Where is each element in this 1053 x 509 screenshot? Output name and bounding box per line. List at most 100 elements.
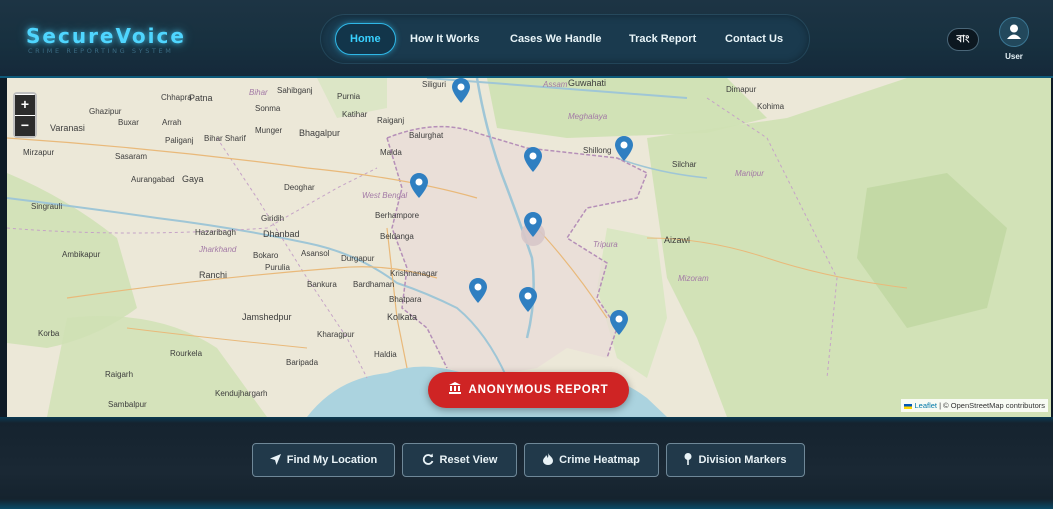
find-location-button[interactable]: Find My Location xyxy=(252,443,395,477)
map-label: Aurangabad xyxy=(131,175,175,184)
map-state-label: Tripura xyxy=(593,240,618,249)
map-label: Singrauli xyxy=(31,202,63,211)
division-markers-button[interactable]: Division Markers xyxy=(666,443,805,477)
nav-track-report[interactable]: Track Report xyxy=(629,15,696,63)
map-label: Rourkela xyxy=(170,349,203,358)
building-icon xyxy=(448,382,461,395)
map-state-label: Manipur xyxy=(735,169,764,178)
map-label: Giridih xyxy=(261,214,285,223)
map-label: Jamshedpur xyxy=(242,312,292,322)
map-label: Berhampore xyxy=(375,211,420,220)
map-label: Paliganj xyxy=(165,136,194,145)
map-label: Ranchi xyxy=(199,270,228,280)
nav-home[interactable]: Home xyxy=(335,23,396,55)
map-label: Ghazipur xyxy=(89,107,122,116)
fire-icon xyxy=(543,453,554,466)
map-label: Malda xyxy=(380,148,402,157)
map-label: Bardhaman xyxy=(353,280,395,289)
brand-subtitle: CRIME REPORTING SYSTEM xyxy=(28,47,174,55)
map-label: Purnia xyxy=(337,92,361,101)
map-label: Dhanbad xyxy=(263,229,300,239)
language-toggle-button[interactable]: বাং xyxy=(947,28,979,51)
osm-attribution[interactable]: © OpenStreetMap contributors xyxy=(943,401,1045,410)
map-label: Beldanga xyxy=(380,232,414,241)
map-label: Kohima xyxy=(757,102,785,111)
map-pin-icon[interactable] xyxy=(524,147,542,172)
reset-view-label: Reset View xyxy=(439,454,498,466)
map-label: Katihar xyxy=(342,110,368,119)
map-label: Buxar xyxy=(118,118,139,127)
map-state-label: Bihar xyxy=(249,88,268,97)
nav-contact-us[interactable]: Contact Us xyxy=(725,15,783,63)
user-icon[interactable] xyxy=(999,17,1029,47)
map-label: Balurghat xyxy=(409,131,444,140)
user-label: User xyxy=(1005,52,1023,61)
map-label: Varanasi xyxy=(50,123,85,133)
crime-heatmap-button[interactable]: Crime Heatmap xyxy=(524,443,659,477)
zoom-out-button[interactable]: − xyxy=(15,116,35,136)
nav-menu: Home How It Works Cases We Handle Track … xyxy=(321,15,809,63)
map-pin-icon[interactable] xyxy=(469,278,487,303)
location-arrow-icon xyxy=(269,453,281,465)
crime-map[interactable]: Sahibganj Purnia Katihar Raiganj Balurgh… xyxy=(7,78,1051,417)
map-label: Korba xyxy=(38,329,60,338)
nav-how-it-works[interactable]: How It Works xyxy=(410,15,479,63)
crime-heatmap-label: Crime Heatmap xyxy=(559,454,640,466)
map-label: Purulia xyxy=(265,263,290,272)
anonymous-report-button[interactable]: ANONYMOUS REPORT xyxy=(428,372,629,408)
map-label: Shillong xyxy=(583,146,612,155)
map-label: Bhagalpur xyxy=(299,128,341,138)
pin-icon xyxy=(684,453,692,466)
flag-icon xyxy=(904,403,913,409)
map-label: Dimapur xyxy=(726,85,757,94)
brand-title: SecureVoice xyxy=(26,24,186,48)
top-navbar: SecureVoice CRIME REPORTING SYSTEM Home … xyxy=(0,0,1053,78)
map-state-label: Jharkhand xyxy=(199,245,237,254)
nav-cases-we-handle[interactable]: Cases We Handle xyxy=(510,15,602,63)
map-label: Haldia xyxy=(374,350,397,359)
map-label: Aizawl xyxy=(664,235,691,245)
division-markers-label: Division Markers xyxy=(698,454,787,466)
map-label: Bhatpara xyxy=(389,295,422,304)
refresh-icon xyxy=(422,453,433,465)
map-label: Munger xyxy=(255,126,283,135)
map-state-label: Mizoram xyxy=(678,274,709,283)
map-label: Chhapra xyxy=(161,93,192,102)
map-pin-icon[interactable] xyxy=(524,212,542,237)
map-label: Raiganj xyxy=(377,116,405,125)
map-label: Silchar xyxy=(672,160,697,169)
map-label: Ambikapur xyxy=(62,250,101,259)
map-label: Sonma xyxy=(255,104,281,113)
bottom-glow-divider xyxy=(0,499,1053,509)
map-label: Bankura xyxy=(307,280,337,289)
map-tiles xyxy=(7,78,1051,417)
brand-logo[interactable]: SecureVoice CRIME REPORTING SYSTEM xyxy=(26,24,186,55)
map-label: Kharagpur xyxy=(317,330,355,339)
reset-view-button[interactable]: Reset View xyxy=(402,443,517,477)
map-attribution: Leaflet | © OpenStreetMap contributors xyxy=(901,399,1048,412)
map-label: Guwahati xyxy=(568,78,607,88)
map-pin-icon[interactable] xyxy=(410,173,428,198)
map-pin-icon[interactable] xyxy=(615,136,633,161)
map-label: Kolkata xyxy=(387,312,418,322)
map-label: Asansol xyxy=(301,249,330,258)
map-label: Kendujhargarh xyxy=(215,389,268,398)
map-label: Sahibganj xyxy=(277,86,313,95)
zoom-in-button[interactable]: + xyxy=(15,95,35,115)
map-label: Sasaram xyxy=(115,152,148,161)
map-pin-icon[interactable] xyxy=(610,310,628,335)
map-state-label: West Bengal xyxy=(362,191,408,200)
map-label: Durgapur xyxy=(341,254,375,263)
map-label: Bokaro xyxy=(253,251,279,260)
user-menu[interactable]: User xyxy=(998,17,1030,61)
attribution-separator: | xyxy=(939,401,942,410)
map-label: Deoghar xyxy=(284,183,315,192)
map-label: Patna xyxy=(189,93,213,103)
map-actions-bar: Find My Location Reset View Crime Heatma… xyxy=(0,417,1053,509)
leaflet-link[interactable]: Leaflet xyxy=(915,401,938,410)
map-pin-icon[interactable] xyxy=(519,287,537,312)
map-pin-icon[interactable] xyxy=(452,78,470,103)
map-label: Sambalpur xyxy=(108,400,147,409)
map-label: Baripada xyxy=(286,358,319,367)
map-state-label: Assam xyxy=(543,80,568,89)
